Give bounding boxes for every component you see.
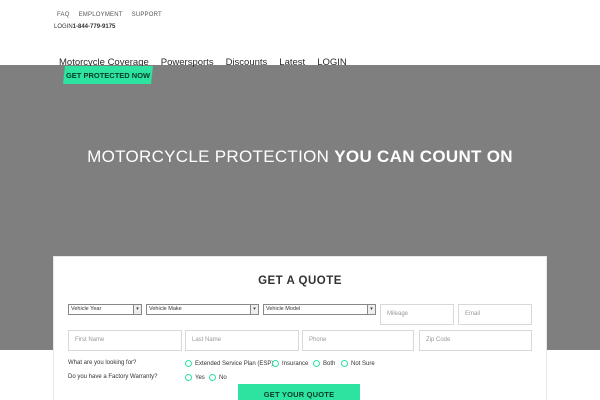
radio-icon: [313, 360, 320, 367]
radio-icon: [185, 374, 192, 381]
radio-icon: [209, 374, 216, 381]
support-link[interactable]: SUPPORT: [132, 12, 162, 18]
option-yes-label: Yes: [195, 374, 205, 381]
zip-code-input[interactable]: Zip Code: [419, 330, 532, 351]
option-esp-label: Extended Service Plan (ESP): [195, 360, 274, 367]
radio-icon: [185, 360, 192, 367]
radio-icon: [341, 360, 348, 367]
last-name-input[interactable]: Last Name: [185, 330, 299, 351]
employment-link[interactable]: EMPLOYMENT: [79, 12, 123, 18]
hero-headline: MOTORCYCLE PROTECTION YOU CAN COUNT ON: [0, 147, 600, 167]
faq-link[interactable]: FAQ: [57, 12, 70, 18]
vehicle-year-select[interactable]: Vehicle Year ▾: [68, 304, 142, 315]
chevron-down-icon: ▾: [367, 305, 375, 314]
mileage-input[interactable]: Mileage: [380, 304, 454, 325]
get-protected-now-label: GET PROTECTED NOW: [65, 70, 151, 80]
warranty-label: Do you have a Factory Warranty?: [68, 374, 158, 380]
phone-input[interactable]: Phone: [302, 330, 414, 351]
quote-title: GET A QUOTE: [258, 275, 342, 287]
vehicle-model-value: Vehicle Model: [266, 306, 301, 312]
option-no[interactable]: No: [209, 374, 227, 381]
vehicle-model-select[interactable]: Vehicle Model ▾: [263, 304, 376, 315]
option-insurance-label: Insurance: [282, 360, 309, 367]
first-name-input[interactable]: First Name: [68, 330, 182, 351]
get-your-quote-button[interactable]: GET YOUR QUOTE: [238, 384, 360, 400]
chevron-down-icon: ▾: [133, 305, 141, 314]
nav-item-powersports[interactable]: Powersports: [161, 57, 214, 68]
login-link[interactable]: LOGIN: [54, 24, 73, 30]
quote-form: GET A QUOTE Vehicle Year ▾ Vehicle Make …: [54, 257, 546, 400]
nav-item-login[interactable]: LOGIN: [317, 57, 347, 68]
nav-item-latest[interactable]: Latest: [279, 57, 305, 68]
headline-bold: YOU CAN COUNT ON: [334, 147, 513, 166]
top-contact: LOGIN1-844-779-9175: [54, 24, 115, 30]
option-esp[interactable]: Extended Service Plan (ESP): [185, 360, 273, 367]
get-your-quote-label: GET YOUR QUOTE: [263, 389, 335, 399]
option-yes[interactable]: Yes: [185, 374, 205, 381]
option-no-label: No: [219, 374, 227, 381]
option-both-label: Both: [323, 360, 336, 367]
vehicle-make-select[interactable]: Vehicle Make ▾: [146, 304, 259, 315]
option-not-sure-label: Not Sure: [351, 360, 375, 367]
option-both[interactable]: Both: [313, 360, 335, 367]
nav-item-discounts[interactable]: Discounts: [226, 57, 268, 68]
vehicle-make-value: Vehicle Make: [149, 306, 182, 312]
option-not-sure[interactable]: Not Sure: [341, 360, 375, 367]
headline-light: MOTORCYCLE PROTECTION: [87, 147, 330, 166]
chevron-down-icon: ▾: [250, 305, 258, 314]
option-insurance[interactable]: Insurance: [272, 360, 308, 367]
page: FAQ EMPLOYMENT SUPPORT LOGIN1-844-779-91…: [0, 0, 600, 400]
vehicle-year-value: Vehicle Year: [71, 306, 102, 312]
get-protected-now-button[interactable]: GET PROTECTED NOW: [63, 66, 153, 84]
top-links: FAQ EMPLOYMENT SUPPORT: [57, 12, 162, 18]
phone-number[interactable]: 1-844-779-9175: [73, 24, 116, 30]
radio-icon: [272, 360, 279, 367]
looking-for-label: What are you looking for?: [68, 360, 137, 366]
email-input[interactable]: Email: [458, 304, 532, 325]
